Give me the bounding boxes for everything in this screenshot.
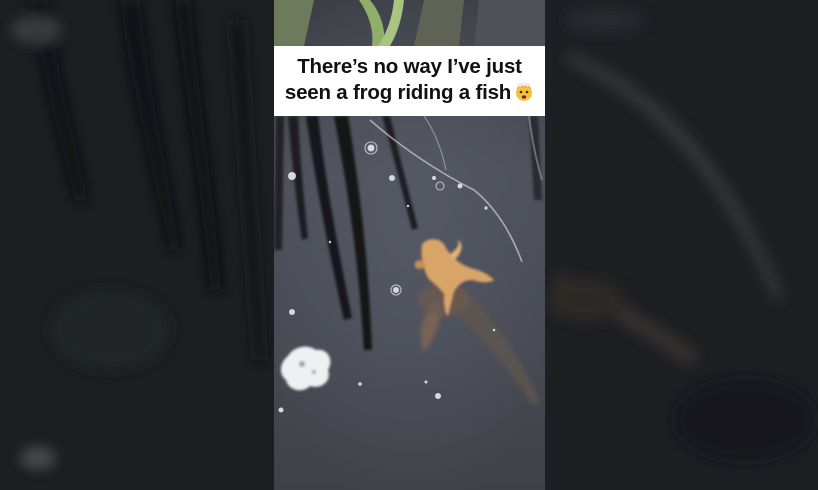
video-caption: There’s no way I’ve just seen a frog rid… xyxy=(274,46,545,116)
caption-line-2: seen a frog riding a fish xyxy=(285,80,534,109)
blurred-backdrop-right xyxy=(545,0,818,490)
blurred-backdrop-left xyxy=(0,0,274,490)
caption-line-2-text: seen a frog riding a fish xyxy=(284,80,512,104)
exploding-head-emoji-icon xyxy=(514,81,534,109)
video-frame[interactable]: There’s no way I’ve just seen a frog rid… xyxy=(274,0,545,490)
video-player[interactable]: There’s no way I’ve just seen a frog rid… xyxy=(0,0,818,490)
caption-line-1: There’s no way I’ve just xyxy=(297,54,522,78)
